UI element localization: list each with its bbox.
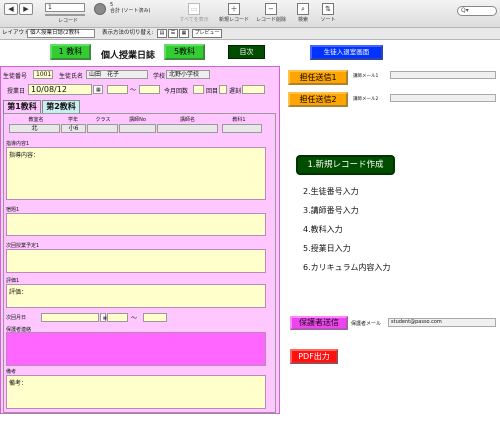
next-month-calendar-icon[interactable]: ▦ [100, 313, 107, 322]
start-time-field[interactable] [107, 85, 128, 94]
guardian-mail-label: 保護者メール [351, 321, 382, 327]
subject5-button[interactable]: 5教科 [164, 44, 205, 60]
school-field[interactable]: 北野小学校 [166, 70, 210, 79]
late-label: 遅刻 [229, 88, 242, 95]
tab-subject2[interactable]: 第2教科 [42, 100, 80, 113]
record-count-pie-icon [94, 3, 106, 15]
layout-bar: レイアウト: 個人授業日誌(2教科 表示方法の切り替え: ▤ ☰ ▦ プレビュー [0, 28, 500, 40]
step-subject: 4.教科入力 [303, 225, 343, 234]
teacher-mail1-label: 講師メール1 [353, 74, 379, 79]
prev-record-button[interactable]: ◀ [4, 3, 18, 15]
record-label: レコード [58, 18, 79, 24]
step-teacher-no: 3.講師番号入力 [303, 206, 359, 215]
school-label: 学校 [153, 73, 166, 80]
teacher-name-cell[interactable] [157, 124, 218, 133]
evaluation-label: 評価1 [6, 278, 20, 284]
notes-textarea[interactable]: 備考： [6, 375, 266, 409]
grade-cell[interactable]: 小6 [61, 124, 86, 133]
teacher-send2-button[interactable]: 担任送信2 [288, 92, 348, 107]
delete-record-icon: − [265, 3, 277, 15]
next-month-date-field[interactable] [41, 313, 99, 322]
guidance-textarea[interactable]: 指導内容： [6, 147, 266, 200]
next-plan-textarea[interactable] [6, 249, 266, 273]
page-title: 個人授業日誌 [101, 51, 156, 61]
month-count-label: 今月回数 [164, 88, 189, 95]
record-number-input[interactable]: 1 [45, 3, 85, 12]
next-plan-label: 次回授業予定1 [6, 243, 40, 249]
sort-button[interactable]: ⇅ ソート [318, 3, 338, 23]
table-header-subject: 教科1 [232, 117, 246, 123]
teacher-send1-button[interactable]: 担任送信1 [288, 70, 348, 85]
table-header-grade: 学年 [67, 117, 78, 123]
subject1-button[interactable]: 1 教科 [50, 44, 91, 60]
student-name-label: 生徒氏名 [59, 73, 84, 80]
notes-label: 備考 [6, 369, 17, 375]
step-class-date: 5.授業日入力 [303, 244, 351, 253]
view-switch-label: 表示方法の切り替え: [102, 30, 154, 36]
next-time-range-tilde: 〜 [131, 315, 138, 322]
end-time-field[interactable] [139, 85, 160, 94]
homework-textarea[interactable] [6, 213, 266, 236]
guardian-mail-field[interactable]: student@passo.com [388, 318, 496, 327]
toc-button[interactable]: 目次 [228, 45, 265, 59]
quick-search-input[interactable]: Q▾ [457, 6, 497, 16]
pdf-export-button[interactable]: PDF出力 [290, 349, 338, 364]
homework-label: 宿題1 [6, 207, 20, 213]
next-end-time-field[interactable] [143, 313, 167, 322]
next-start-time-field[interactable] [107, 313, 128, 322]
new-record-toolbar-button[interactable]: ＋新規レコード [217, 3, 251, 23]
status-toolbar: ◀ ▶ 1 レコード 5 合計 (ソート済み) ▭ すべてを表示 ＋新規レコード −… [0, 0, 500, 28]
search-icon: ⌕ [297, 3, 309, 15]
times-label: 回目 [206, 88, 219, 95]
next-month-label: 次回月日 [6, 315, 27, 321]
teacher-mail2-field[interactable] [390, 94, 496, 102]
new-record-create-button[interactable]: 1.新規レコード作成 [296, 155, 395, 175]
teacher-mail2-label: 講師メール2 [353, 97, 379, 102]
class-date-label: 授業日 [7, 88, 26, 95]
table-header-room: 教室名 [28, 117, 44, 123]
class-cell[interactable] [87, 124, 118, 133]
teacher-no-cell[interactable] [119, 124, 156, 133]
tab-subject1[interactable]: 第1教科 [3, 100, 41, 113]
record-count: 5 合計 (ソート済み) [110, 2, 151, 14]
times-field[interactable] [219, 85, 227, 94]
show-all-icon: ▭ [188, 3, 200, 15]
student-entry-screen-button[interactable]: 生徒入退室画面 [310, 45, 383, 60]
student-no-label: 生徒番号 [3, 73, 28, 80]
late-field[interactable] [242, 85, 265, 94]
student-name-field[interactable]: 山田 花子 [86, 70, 148, 79]
step-student-no: 2.生徒番号入力 [303, 187, 359, 196]
table-header-teacher-no: 講師No [129, 117, 146, 123]
time-range-tilde: 〜 [130, 87, 137, 94]
preview-button[interactable]: プレビュー [192, 29, 222, 38]
calendar-icon[interactable]: ▦ [93, 85, 103, 94]
table-view-button[interactable]: ▦ [179, 29, 189, 38]
new-record-icon: ＋ [228, 3, 240, 15]
list-view-button[interactable]: ☰ [168, 29, 178, 38]
room-cell[interactable]: 北 [9, 124, 60, 133]
step-curriculum: 6.カリキュラム内容入力 [303, 263, 391, 272]
search-button[interactable]: ⌕ 検索 [293, 3, 313, 23]
teacher-mail1-field[interactable] [390, 71, 496, 79]
table-header-teacher-name: 講師名 [179, 117, 195, 123]
subject-cell[interactable] [222, 124, 262, 133]
layout-select[interactable]: 個人授業日誌(2教科 [27, 29, 95, 38]
next-record-button[interactable]: ▶ [19, 3, 33, 15]
class-date-field[interactable]: 10/08/12 [28, 84, 92, 95]
sort-icon: ⇅ [322, 3, 334, 15]
record-slider[interactable] [45, 14, 85, 16]
guardian-contact-textarea[interactable] [6, 332, 266, 366]
guidance-label: 指導内容1 [6, 141, 30, 147]
guardian-send-button[interactable]: 保護者送信 [290, 316, 348, 330]
form-view-button[interactable]: ▤ [157, 29, 167, 38]
month-count-field[interactable] [193, 85, 204, 94]
table-header-class: クラス [95, 117, 111, 123]
show-all-button[interactable]: ▭ すべてを表示 [172, 3, 216, 23]
delete-record-button[interactable]: − レコード削除 [253, 3, 289, 23]
evaluation-textarea[interactable]: 評価： [6, 284, 266, 308]
student-no-field[interactable]: 1001 [33, 70, 53, 79]
